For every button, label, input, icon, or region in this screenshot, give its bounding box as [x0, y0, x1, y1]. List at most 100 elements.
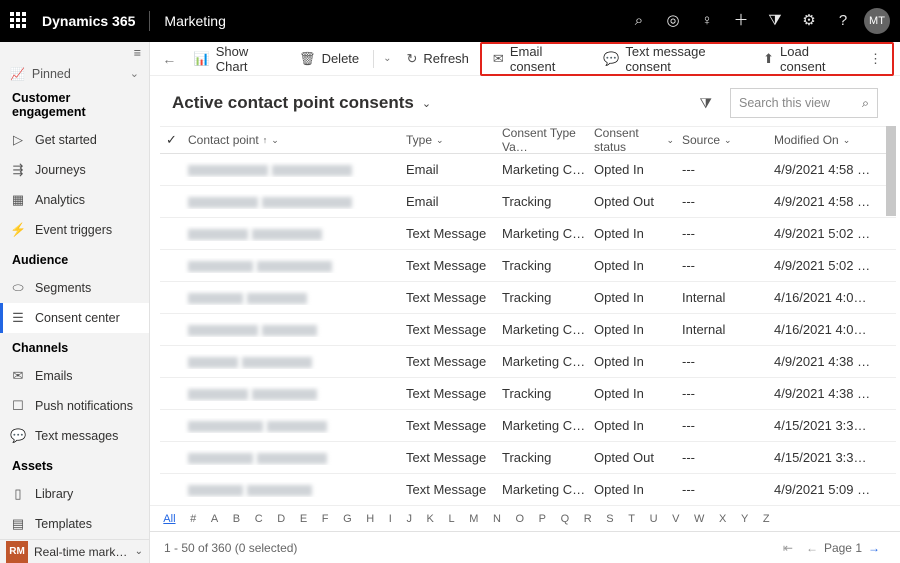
nav-item[interactable]: ⚡Event triggers: [0, 215, 149, 245]
table-row[interactable]: Text MessageMarketing Co…Opted In---4/9/…: [160, 218, 896, 250]
alpha-letter[interactable]: All: [160, 513, 179, 525]
nav-item[interactable]: ☐Push notifications: [0, 391, 149, 421]
table-row[interactable]: Text MessageTrackingOpted Out---4/15/202…: [160, 442, 896, 474]
first-page-button[interactable]: ⇤: [776, 541, 800, 555]
text-consent-label: Text message consent: [625, 44, 745, 74]
alpha-letter[interactable]: X: [716, 513, 730, 525]
nav-item[interactable]: ☰ Consent center: [0, 303, 149, 333]
table-row[interactable]: Text MessageTrackingOpted InInternal4/16…: [160, 282, 896, 314]
nav-item[interactable]: ⬭Segments: [0, 273, 149, 303]
table-row[interactable]: EmailMarketing Co…Opted In---4/9/2021 4:…: [160, 154, 896, 186]
show-chart-label: Show Chart: [216, 44, 279, 74]
more-commands-button[interactable]: ⋮: [861, 51, 890, 67]
load-consent-button[interactable]: ⬆Load consent: [754, 45, 861, 73]
col-modified[interactable]: Modified On⌄: [770, 133, 880, 147]
table-row[interactable]: EmailTrackingOpted Out---4/9/2021 4:58 …: [160, 186, 896, 218]
nav-item[interactable]: ▷Get started: [0, 125, 149, 155]
table-row[interactable]: Text MessageTrackingOpted In---4/9/2021 …: [160, 378, 896, 410]
refresh-button[interactable]: ↻Refresh: [397, 45, 477, 73]
nav-item-label: Consent center: [35, 311, 120, 325]
alpha-letter[interactable]: G: [340, 513, 355, 525]
app-launcher-icon[interactable]: [10, 12, 28, 30]
alpha-letter[interactable]: M: [466, 513, 482, 525]
col-consent-status[interactable]: Consent status⌄: [590, 126, 678, 154]
alpha-letter[interactable]: H: [363, 513, 378, 525]
col-contact-point[interactable]: Contact point↑⌄: [184, 133, 402, 147]
record-count: 1 - 50 of 360 (0 selected): [164, 541, 297, 555]
add-icon[interactable]: ＋: [724, 0, 758, 42]
settings-icon[interactable]: ⚙: [792, 0, 826, 42]
text-consent-button[interactable]: 💬Text message consent: [594, 45, 754, 73]
help-icon[interactable]: ?: [826, 0, 860, 42]
search-icon: ⌕: [862, 96, 869, 111]
alpha-letter[interactable]: D: [274, 513, 289, 525]
alpha-letter[interactable]: T: [625, 513, 638, 525]
nav-group-label: Channels: [0, 333, 149, 361]
alpha-letter[interactable]: Z: [760, 513, 773, 525]
nav-group-label: Audience: [0, 245, 149, 273]
table-row[interactable]: Text MessageTrackingOpted In---4/9/2021 …: [160, 250, 896, 282]
assistant-icon[interactable]: ◎: [656, 0, 690, 42]
nav-item[interactable]: ✉Emails: [0, 361, 149, 391]
alpha-letter[interactable]: Q: [557, 513, 572, 525]
nav-item[interactable]: 💬Text messages: [0, 421, 149, 451]
alpha-letter[interactable]: J: [403, 513, 415, 525]
delete-button[interactable]: 🗑Delete: [290, 45, 368, 73]
alpha-letter[interactable]: P: [535, 513, 549, 525]
search-placeholder: Search this view: [739, 96, 830, 110]
nav-collapse-icon[interactable]: ≡: [134, 46, 141, 60]
nav-area-switcher[interactable]: RM Real-time marketi… ⌄: [0, 539, 149, 563]
nav-item[interactable]: ▯Library: [0, 479, 149, 509]
alpha-letter[interactable]: C: [251, 513, 266, 525]
nav-item[interactable]: ▦Analytics: [0, 185, 149, 215]
col-type[interactable]: Type⌄: [402, 133, 498, 147]
alpha-letter[interactable]: O: [512, 513, 527, 525]
table-row[interactable]: Text MessageMarketing Co…Opted In---4/15…: [160, 410, 896, 442]
prev-page-button[interactable]: ←: [800, 541, 824, 555]
back-button[interactable]: ←: [156, 51, 183, 67]
nav-item-icon: ☰: [10, 310, 26, 326]
table-row[interactable]: Text MessageMarketing Co…Opted In---4/9/…: [160, 346, 896, 378]
delete-split-icon[interactable]: ⌄: [379, 53, 395, 64]
nav-item-icon: ▦: [10, 192, 26, 208]
ideas-icon[interactable]: ♀: [690, 0, 724, 42]
alpha-letter[interactable]: L: [445, 513, 458, 525]
search-view[interactable]: Search this view ⌕: [730, 88, 878, 118]
search-icon[interactable]: ⌕: [622, 0, 656, 42]
nav-pinned[interactable]: 📈 Pinned ⌄: [0, 64, 149, 83]
view-title[interactable]: Active contact point consents: [172, 93, 414, 113]
view-selector-icon[interactable]: ⌄: [422, 97, 431, 110]
alpha-letter[interactable]: V: [669, 513, 683, 525]
next-page-button[interactable]: →: [862, 541, 886, 555]
table-row[interactable]: Text MessageMarketing Co…Opted In---4/9/…: [160, 474, 896, 505]
user-avatar[interactable]: MT: [864, 8, 890, 34]
table-row[interactable]: Text MessageMarketing Co…Opted InInterna…: [160, 314, 896, 346]
nav-item[interactable]: ⇶Journeys: [0, 155, 149, 185]
alpha-letter[interactable]: B: [229, 513, 243, 525]
alpha-letter[interactable]: E: [297, 513, 311, 525]
chart-icon: 📊: [194, 51, 210, 67]
email-consent-icon: ✉: [493, 51, 504, 67]
alpha-letter[interactable]: N: [490, 513, 505, 525]
vertical-scrollbar[interactable]: [886, 126, 896, 505]
alpha-letter[interactable]: U: [646, 513, 661, 525]
email-consent-button[interactable]: ✉Email consent: [484, 45, 594, 73]
alpha-letter[interactable]: S: [603, 513, 617, 525]
alpha-letter[interactable]: K: [423, 513, 437, 525]
alpha-letter[interactable]: Y: [738, 513, 752, 525]
filter-icon[interactable]: ⧩: [758, 0, 792, 42]
alpha-letter[interactable]: I: [385, 513, 395, 525]
alpha-letter[interactable]: W: [691, 513, 708, 525]
alpha-letter[interactable]: #: [187, 513, 200, 525]
alpha-letter[interactable]: R: [580, 513, 595, 525]
highlighted-consent-actions: ✉Email consent 💬Text message consent ⬆Lo…: [480, 42, 894, 76]
col-consent-type[interactable]: Consent Type Va…: [498, 126, 590, 154]
nav-item[interactable]: ▤Templates: [0, 509, 149, 539]
select-all-checkbox[interactable]: ✓: [166, 132, 184, 148]
chevron-down-icon: ⌄: [130, 67, 139, 80]
filter-funnel-icon[interactable]: ⧩: [690, 95, 723, 112]
alpha-letter[interactable]: F: [318, 513, 331, 525]
alpha-letter[interactable]: A: [208, 513, 222, 525]
show-chart-button[interactable]: 📊 Show Chart: [185, 45, 288, 73]
col-source[interactable]: Source⌄: [678, 133, 770, 147]
